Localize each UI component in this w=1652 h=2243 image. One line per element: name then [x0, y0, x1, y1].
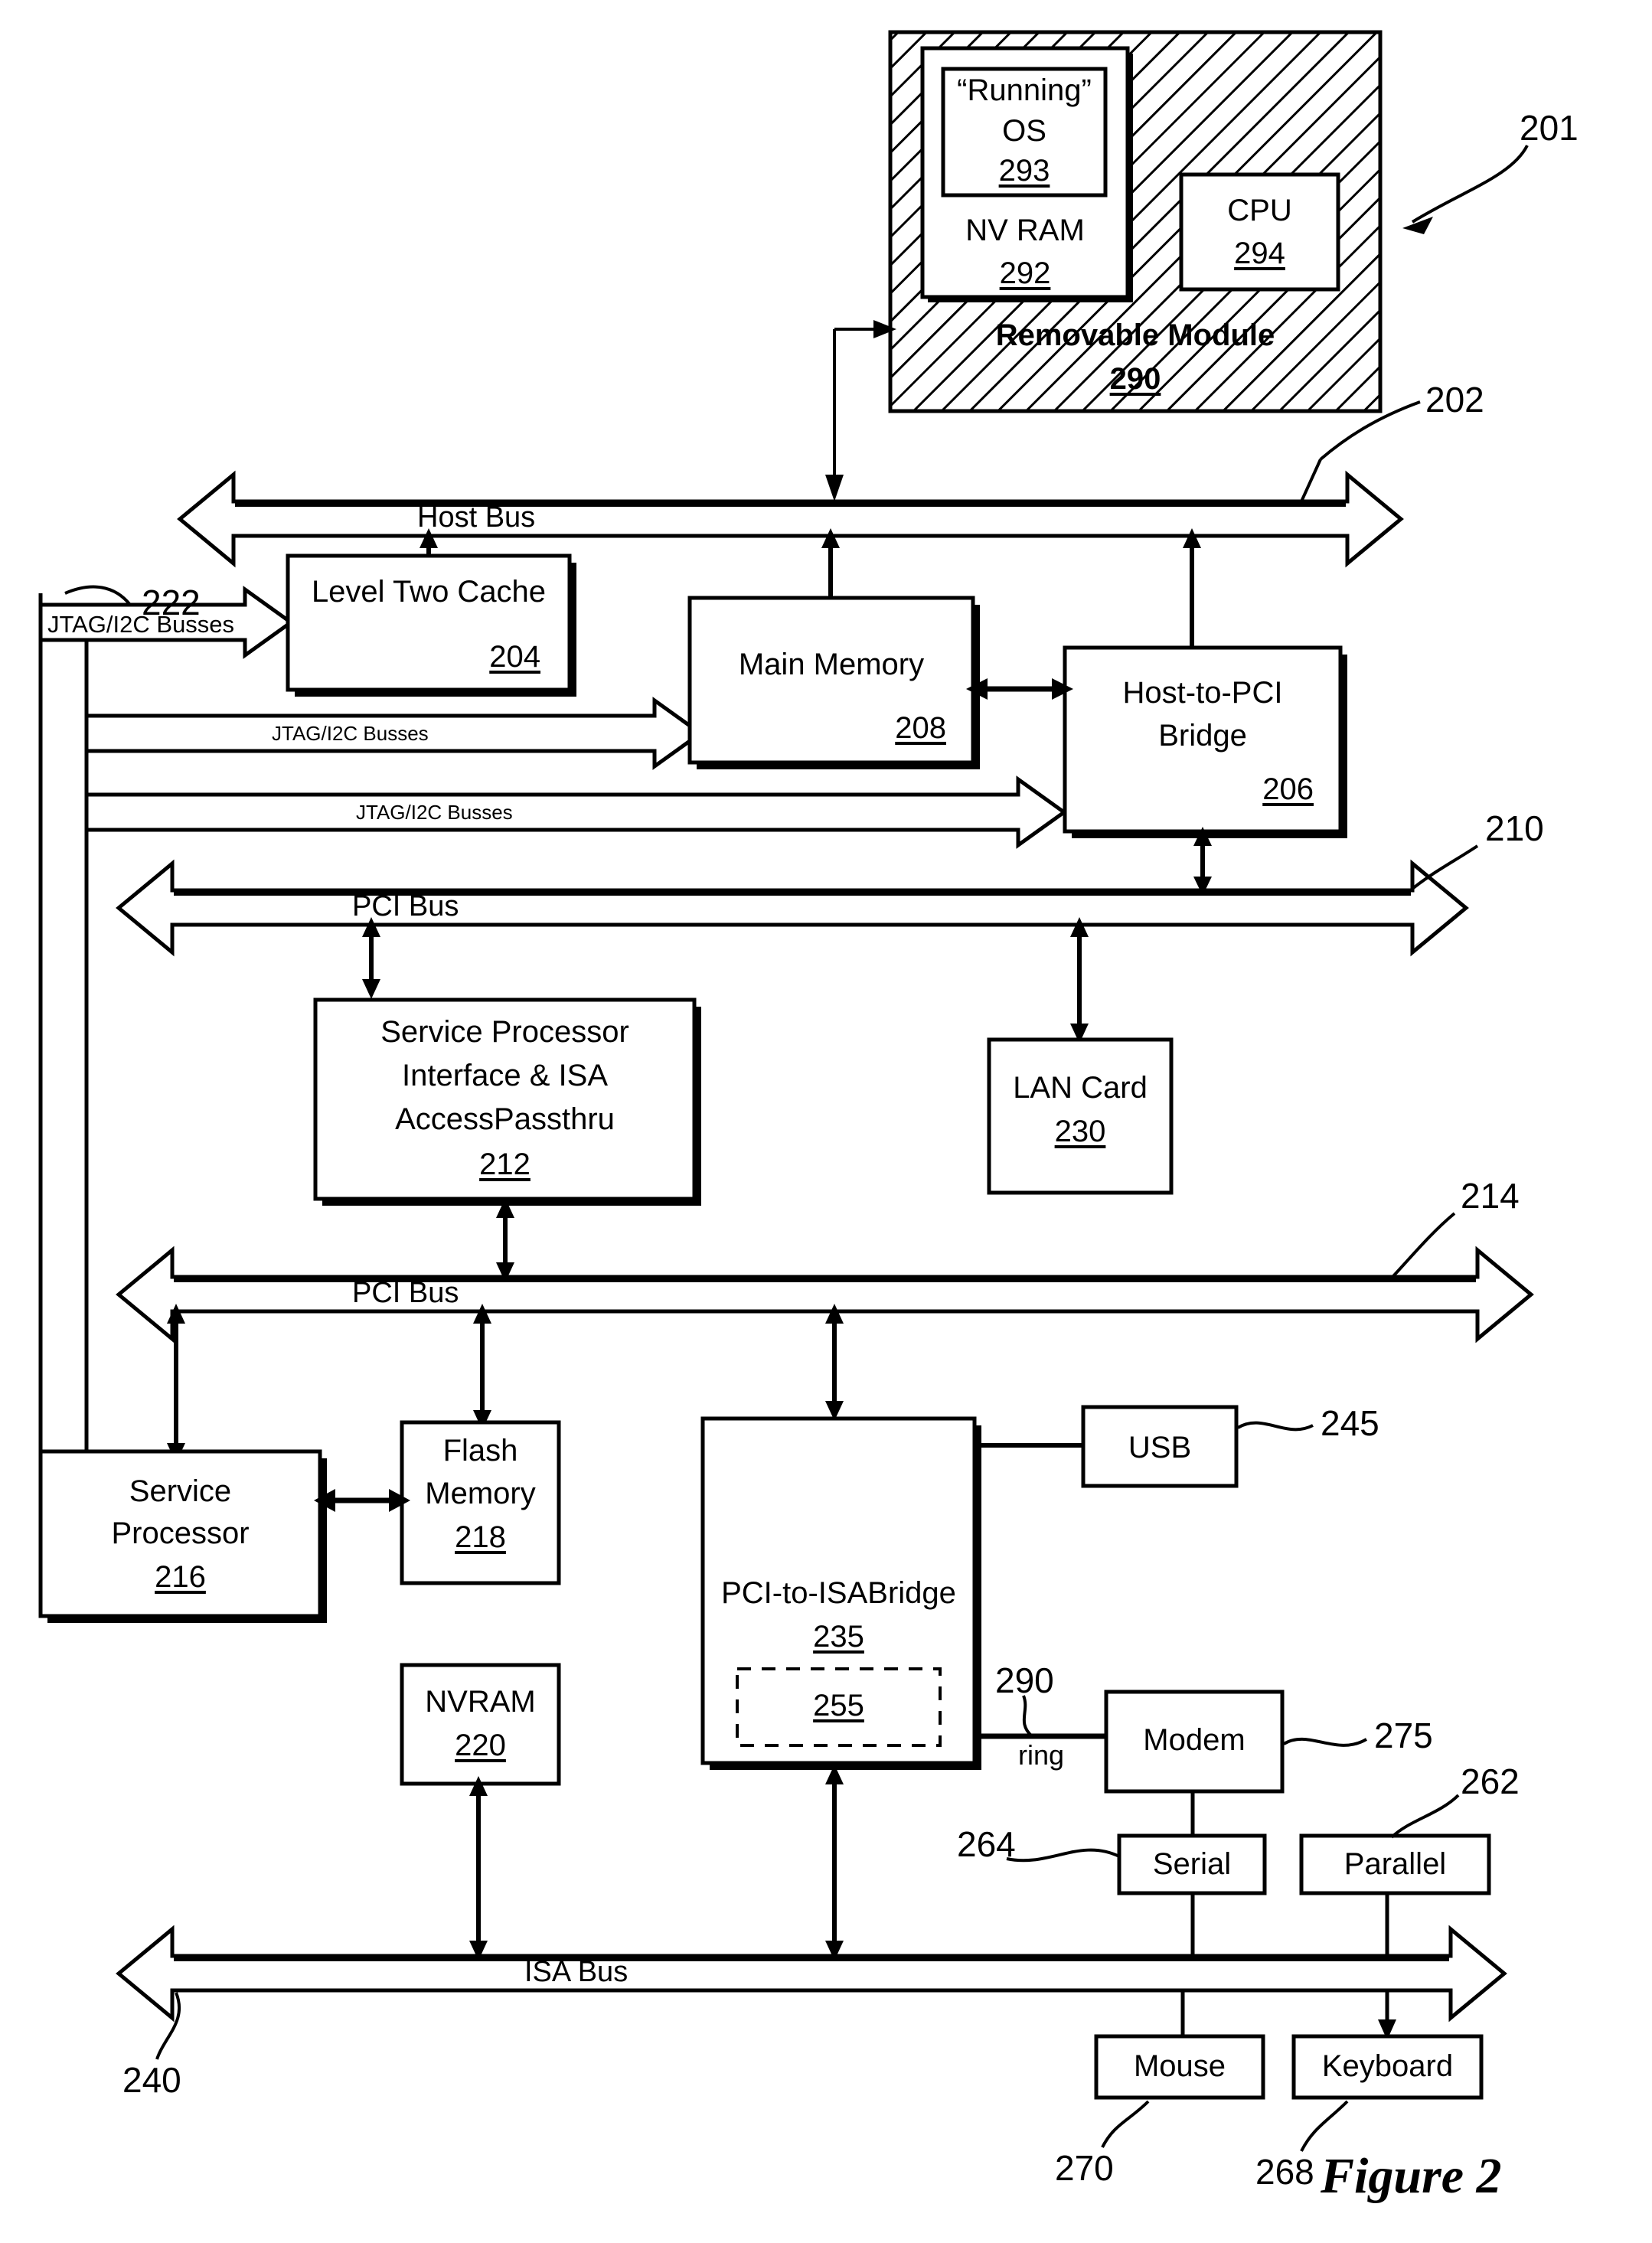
modem-label: Modem — [1143, 1723, 1246, 1757]
service-processor-label-line2: Processor — [111, 1517, 250, 1550]
flash-memory-ref: 218 — [455, 1520, 506, 1554]
jtag-bus-3-shape — [84, 775, 1068, 849]
nvram220-ref: 220 — [455, 1729, 506, 1762]
os-ref: 293 — [998, 154, 1050, 188]
callout-264: 264 — [957, 1824, 1016, 1864]
sp-interface-label-line2: Interface & ISA — [401, 1059, 609, 1092]
callout-245: 245 — [1321, 1403, 1379, 1443]
main-memory-label: Main Memory — [738, 648, 925, 681]
cpu-ref: 294 — [1234, 237, 1285, 270]
main-memory-ref: 208 — [895, 711, 946, 745]
removable-module-ref: 290 — [1109, 362, 1161, 396]
diagram-vector-layer — [38, 30, 1534, 2152]
pci-to-isa-bridge-label: PCI-to-ISABridge — [721, 1576, 956, 1610]
pci-bus-lower-label: PCI Bus — [352, 1277, 459, 1309]
callout-201: 201 — [1520, 108, 1579, 148]
cpu-label: CPU — [1227, 194, 1292, 227]
pci-bus-upper-shape — [116, 859, 1469, 957]
isa-bus-label: ISA Bus — [524, 1956, 628, 1988]
jtag-bus-1-label: JTAG/I2C Busses — [47, 611, 235, 638]
nvram220-label: NVRAM — [425, 1685, 536, 1719]
host-bus-shape — [177, 470, 1404, 568]
host-to-pci-label-line2: Bridge — [1158, 719, 1247, 753]
ring-label: ring — [1018, 1739, 1065, 1771]
usb-label: USB — [1128, 1431, 1192, 1464]
nvram292-label: NV RAM — [965, 214, 1085, 247]
callout-270: 270 — [1055, 2148, 1114, 2188]
callout-240: 240 — [122, 2060, 181, 2100]
host-to-pci-label-line1: Host-to-PCI — [1122, 676, 1283, 710]
pci-bus-upper-label: PCI Bus — [352, 890, 459, 922]
flash-memory-label-line2: Memory — [425, 1477, 536, 1510]
callout-275: 275 — [1374, 1716, 1433, 1755]
host-bus-label: Host Bus — [417, 501, 536, 534]
lan-card-ref: 230 — [1054, 1115, 1106, 1148]
service-processor-label-line1: Service — [129, 1474, 232, 1508]
sp-interface-ref: 212 — [479, 1148, 531, 1181]
flash-memory-label-line1: Flash — [442, 1434, 518, 1468]
figure-caption: Figure 2 — [1321, 2148, 1502, 2204]
removable-module-label: Removable Module — [995, 318, 1275, 352]
os-label-line2: OS — [1002, 114, 1046, 148]
mouse-label: Mouse — [1133, 2049, 1226, 2083]
jtag-bus-3-label: JTAG/I2C Busses — [356, 801, 513, 824]
l2-cache-ref: 204 — [489, 640, 540, 674]
isa-bus-shape — [116, 1925, 1507, 2023]
callout-210: 210 — [1485, 808, 1544, 848]
l2-cache-label: Level Two Cache — [311, 575, 547, 609]
parallel-label: Parallel — [1343, 1847, 1447, 1881]
sp-interface-label-line3: AccessPassthru — [395, 1102, 615, 1136]
callout-268: 268 — [1255, 2152, 1314, 2192]
serial-label: Serial — [1152, 1847, 1232, 1881]
callout-290-ring: 290 — [995, 1660, 1054, 1700]
lan-card-label: LAN Card — [1013, 1071, 1148, 1105]
pci-bus-lower-shape — [116, 1246, 1534, 1344]
jtag-bus-2-label: JTAG/I2C Busses — [272, 722, 429, 745]
sp-interface-label-line1: Service Processor — [380, 1015, 629, 1049]
os-label-line1: “Running” — [957, 73, 1092, 107]
callout-214: 214 — [1461, 1176, 1520, 1216]
pci-to-isa-inner-ref-255: 255 — [813, 1689, 864, 1722]
nvram292-ref: 292 — [999, 256, 1051, 290]
callout-202: 202 — [1425, 380, 1484, 420]
host-to-pci-ref: 206 — [1262, 772, 1314, 806]
callout-262: 262 — [1461, 1761, 1520, 1801]
patent-figure-canvas: “Running” OS 293 NV RAM 292 CPU 294 Remo… — [0, 0, 1652, 2243]
keyboard-label: Keyboard — [1321, 2049, 1454, 2083]
service-processor-ref: 216 — [155, 1560, 206, 1594]
pci-to-isa-bridge-ref: 235 — [813, 1620, 864, 1654]
